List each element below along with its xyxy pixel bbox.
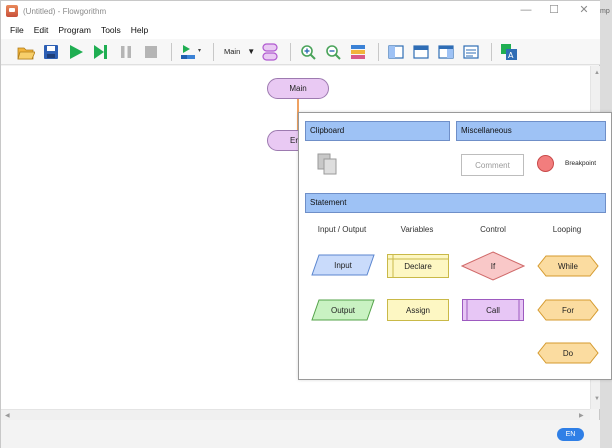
- variables-icon[interactable]: [259, 41, 281, 63]
- column-control: Control: [480, 225, 506, 234]
- breakpoint-label: Breakpoint: [565, 160, 597, 167]
- menu-file[interactable]: File: [10, 25, 24, 35]
- while-shape[interactable]: While: [537, 255, 599, 277]
- svg-text:A: A: [508, 51, 514, 60]
- toolbar-separator: [213, 42, 214, 61]
- do-label: Do: [562, 348, 574, 358]
- toolbar: ▾ Main ▼ A: [1, 39, 601, 65]
- assign-label: Assign: [405, 305, 430, 315]
- breakpoint-icon[interactable]: [537, 155, 554, 172]
- menu-help[interactable]: Help: [131, 25, 148, 35]
- layout-3-icon[interactable]: [435, 41, 457, 63]
- background-window-text: mp: [600, 8, 610, 15]
- function-select-value: Main: [224, 47, 241, 56]
- scroll-right-icon[interactable]: ▶: [579, 412, 584, 419]
- output-label: Output: [330, 305, 355, 315]
- scroll-left-icon[interactable]: ◀: [5, 412, 10, 419]
- comment-shape[interactable]: Comment: [461, 154, 524, 176]
- column-looping: Looping: [552, 225, 582, 234]
- toolbar-separator: [378, 42, 380, 61]
- layout-1-icon[interactable]: [385, 41, 407, 63]
- open-folder-icon[interactable]: [15, 41, 37, 63]
- language-badge[interactable]: EN: [557, 428, 584, 441]
- for-label: For: [562, 305, 574, 315]
- stop-icon[interactable]: [140, 41, 162, 63]
- output-shape[interactable]: Output: [311, 299, 375, 321]
- for-shape[interactable]: For: [537, 299, 599, 321]
- paste-icon[interactable]: [317, 153, 339, 180]
- window-title: (Untitled) - Flowgorithm: [23, 6, 107, 16]
- miscellaneous-header: Miscellaneous: [456, 121, 606, 141]
- while-label: While: [557, 261, 578, 271]
- menu-program[interactable]: Program: [58, 25, 91, 35]
- toolbar-separator: [171, 42, 172, 61]
- statement-header: Statement: [305, 193, 606, 213]
- step-icon[interactable]: [90, 41, 112, 63]
- declare-label: Declare: [404, 261, 432, 271]
- chevron-down-icon: ▼: [247, 47, 256, 56]
- input-label: Input: [334, 260, 352, 270]
- status-bar: [1, 420, 601, 448]
- pause-icon[interactable]: [115, 41, 137, 63]
- svg-text:▾: ▾: [198, 47, 201, 54]
- main-start-label: Main: [289, 84, 307, 93]
- input-shape[interactable]: Input: [311, 254, 375, 276]
- call-label: Call: [486, 305, 500, 315]
- menu-bar: File Edit Program Tools Help: [1, 21, 601, 39]
- menu-tools[interactable]: Tools: [101, 25, 121, 35]
- save-icon[interactable]: [40, 41, 62, 63]
- call-shape[interactable]: Call: [462, 299, 524, 321]
- layout-2-icon[interactable]: [410, 41, 432, 63]
- menu-edit[interactable]: Edit: [34, 25, 49, 35]
- minimize-button[interactable]: —: [513, 3, 539, 17]
- declare-shape[interactable]: Declare: [387, 254, 449, 278]
- add-shape-popup: Clipboard Miscellaneous Comment Breakpoi…: [298, 112, 612, 380]
- app-logo-icon: [6, 5, 18, 17]
- do-shape[interactable]: Do: [537, 342, 599, 364]
- function-select[interactable]: Main ▼: [224, 47, 255, 56]
- toolbar-separator: [290, 42, 292, 61]
- if-shape[interactable]: If: [461, 251, 525, 281]
- layout-4-icon[interactable]: [460, 41, 482, 63]
- clipboard-header: Clipboard: [305, 121, 450, 141]
- run-icon[interactable]: [65, 41, 87, 63]
- close-button[interactable]: ✕: [571, 3, 597, 17]
- if-label: If: [490, 261, 496, 271]
- zoom-in-icon[interactable]: [297, 41, 319, 63]
- zoom-out-icon[interactable]: [322, 41, 344, 63]
- column-variables: Variables: [400, 225, 434, 234]
- main-start-node[interactable]: Main: [267, 78, 329, 99]
- end-node-label: Er: [290, 136, 298, 145]
- layout-icon[interactable]: [347, 41, 369, 63]
- speed-icon[interactable]: ▾: [178, 41, 204, 63]
- title-bar: (Untitled) - Flowgorithm — ☐ ✕: [1, 1, 601, 21]
- source-code-icon[interactable]: A: [498, 41, 520, 63]
- horizontal-scrollbar[interactable]: ◀ ▶: [1, 409, 590, 420]
- maximize-button[interactable]: ☐: [541, 3, 567, 17]
- column-input-output: Input / Output: [317, 225, 367, 234]
- toolbar-separator: [491, 42, 493, 61]
- comment-label: Comment: [475, 160, 510, 170]
- assign-shape[interactable]: Assign: [387, 299, 449, 321]
